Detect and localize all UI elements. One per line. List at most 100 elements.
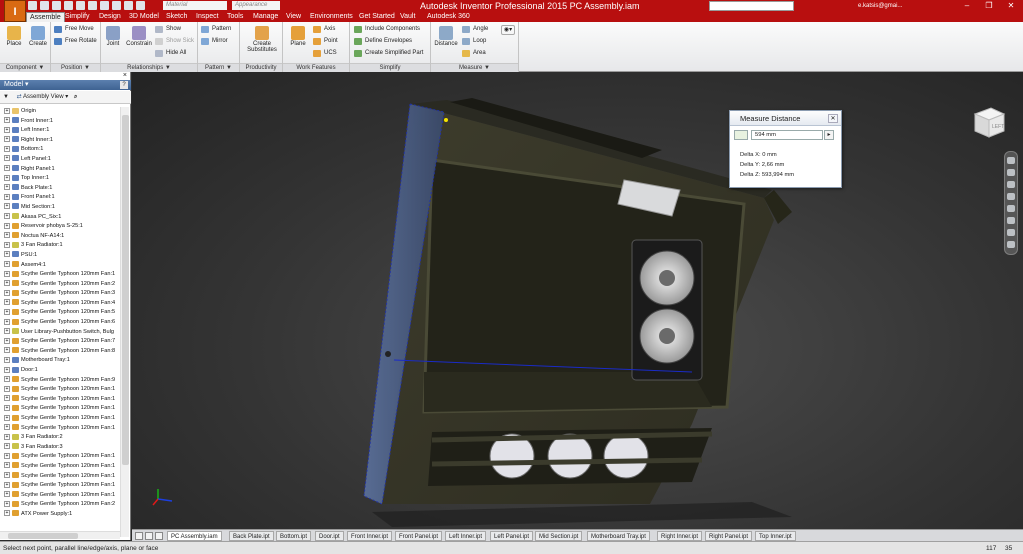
tree-item[interactable]: + Scythe Gentle Typhoon 120mm Fan:1 (0, 481, 120, 491)
expand-icon[interactable]: + (4, 299, 10, 306)
tab-simplify[interactable]: Simplify (62, 12, 93, 22)
tree-item[interactable]: + PSU:1 (0, 251, 120, 261)
document-tab[interactable]: Front Inner.ipt (347, 531, 393, 541)
document-tab[interactable]: Left Inner.ipt (445, 531, 487, 541)
viewcube[interactable]: LEFT (971, 104, 1007, 140)
group-label-measure[interactable]: Measure ▼ (431, 63, 518, 72)
hscroll-thumb[interactable] (8, 533, 78, 539)
tree-item[interactable]: + Motherboard Tray:1 (0, 356, 120, 366)
expand-icon[interactable]: + (4, 337, 10, 344)
expand-icon[interactable]: + (4, 424, 10, 431)
tree-item[interactable]: + Left Panel:1 (0, 155, 120, 165)
show-button[interactable]: Show (155, 25, 181, 34)
tree-item[interactable]: + Scythe Gentle Typhoon 120mm Fan:6 (0, 318, 120, 328)
find-icon[interactable]: ⌕ (74, 94, 77, 100)
expand-icon[interactable]: + (4, 117, 10, 124)
material-combo[interactable]: Material (163, 1, 227, 10)
measure-dialog-title[interactable]: Measure Distance (730, 111, 841, 126)
expand-icon[interactable]: + (4, 414, 10, 421)
joint-button[interactable]: Joint (101, 24, 125, 47)
distance-button[interactable]: Distance (432, 24, 460, 47)
document-tab[interactable]: Right Panel.ipt (705, 531, 753, 541)
home-icon[interactable] (88, 1, 97, 10)
expand-icon[interactable]: + (4, 433, 10, 440)
cascade-view-icon[interactable] (145, 532, 153, 540)
group-label-pattern[interactable]: Pattern ▼ (198, 63, 239, 72)
expand-icon[interactable]: + (4, 472, 10, 479)
tree-item[interactable]: + Top Inner:1 (0, 174, 120, 184)
look-at-icon[interactable] (1007, 205, 1015, 212)
define-envelopes-button[interactable]: Define Envelopes (354, 37, 412, 46)
expand-icon[interactable]: + (4, 165, 10, 172)
ucs-button[interactable]: UCS (313, 49, 337, 58)
expand-icon[interactable]: + (4, 404, 10, 411)
appearance-combo[interactable]: Appearance (232, 1, 280, 10)
browser-header[interactable]: Model ▾ ? (0, 80, 131, 90)
expand-icon[interactable]: + (4, 193, 10, 200)
tab-view[interactable]: View (283, 12, 304, 22)
tab-assemble[interactable]: Assemble (26, 12, 65, 22)
expand-icon[interactable]: + (4, 462, 10, 469)
tree-item[interactable]: + Scythe Gentle Typhoon 120mm Fan:8 (0, 347, 120, 357)
expand-icon[interactable]: + (4, 232, 10, 239)
expand-icon[interactable]: + (4, 261, 10, 268)
expand-icon[interactable]: + (4, 308, 10, 315)
tab-manage[interactable]: Manage (250, 12, 281, 22)
tree-item[interactable]: + Scythe Gentle Typhoon 120mm Fan:1 (0, 385, 120, 395)
group-label-component[interactable]: Component ▼ (0, 63, 50, 72)
expand-icon[interactable]: + (4, 251, 10, 258)
tab-autodesk-360[interactable]: Autodesk 360 (424, 12, 473, 22)
redo-icon[interactable] (76, 1, 85, 10)
zoom-icon[interactable] (1007, 181, 1015, 188)
save-icon[interactable] (52, 1, 61, 10)
tree-item[interactable]: + Scythe Gentle Typhoon 120mm Fan:1 (0, 452, 120, 462)
expand-icon[interactable]: + (4, 491, 10, 498)
tree-item[interactable]: + Scythe Gentle Typhoon 120mm Fan:1 (0, 424, 120, 434)
expand-icon[interactable]: + (4, 222, 10, 229)
tree-item[interactable]: + ATX Power Supply:1 (0, 510, 120, 520)
orbit-icon[interactable] (1007, 193, 1015, 200)
constrain-button[interactable]: Constrain (125, 24, 153, 47)
tree-item[interactable]: + Scythe Gentle Typhoon 120mm Fan:1 (0, 491, 120, 501)
tree-item[interactable]: + Scythe Gentle Typhoon 120mm Fan:2 (0, 280, 120, 290)
zoom-window-icon[interactable] (1007, 217, 1015, 224)
pan-icon[interactable] (1007, 169, 1015, 176)
document-tab[interactable]: Front Panel.ipt (395, 531, 443, 541)
tree-item[interactable]: + Scythe Gentle Typhoon 120mm Fan:1 (0, 414, 120, 424)
tree-item[interactable]: + Scythe Gentle Typhoon 120mm Fan:2 (0, 500, 120, 510)
select-icon[interactable] (124, 1, 133, 10)
tree-item[interactable]: + Assem4:1 (0, 261, 120, 271)
angle-button[interactable]: Angle (462, 25, 488, 34)
expand-icon[interactable]: + (4, 213, 10, 220)
scroll-thumb[interactable] (122, 115, 129, 465)
expand-icon[interactable]: + (4, 126, 10, 133)
document-tab[interactable]: Mid Section.ipt (535, 531, 583, 541)
axis-button[interactable]: Axis (313, 25, 335, 34)
document-tab[interactable]: Left Panel.ipt (490, 531, 534, 541)
inventor-logo[interactable]: I (4, 0, 26, 22)
tree-item[interactable]: + Scythe Gentle Typhoon 120mm Fan:4 (0, 299, 120, 309)
expand-icon[interactable]: + (4, 270, 10, 277)
expand-icon[interactable]: + (4, 280, 10, 287)
expand-icon[interactable]: + (4, 318, 10, 325)
expand-icon[interactable]: + (4, 203, 10, 210)
tree-item[interactable]: + Scythe Gentle Typhoon 120mm Fan:9 (0, 376, 120, 386)
expand-icon[interactable]: + (4, 356, 10, 363)
pc-case-model[interactable] (132, 72, 1023, 529)
tree-item[interactable]: +3 Fan Radiator:1 (0, 241, 120, 251)
close-button[interactable]: ✕ (1000, 0, 1022, 12)
group-label-relationships[interactable]: Relationships ▼ (101, 63, 197, 72)
create-component-button[interactable]: Create (24, 24, 52, 47)
view-dropdown-chevron-icon[interactable]: ▾ (65, 94, 68, 100)
tree-item[interactable]: + Reservoir phobya S-25:1 (0, 222, 120, 232)
measure-selection-icon[interactable] (734, 130, 748, 140)
document-tab[interactable]: Bottom.ipt (276, 531, 312, 541)
document-tab[interactable]: Door.ipt (315, 531, 344, 541)
tree-item[interactable]: + Akasa PC_Six:1 (0, 213, 120, 223)
tree-item[interactable]: + Mid Section:1 (0, 203, 120, 213)
tree-item[interactable]: + Left Inner:1 (0, 126, 120, 136)
measure-expand-button[interactable]: ▸ (824, 130, 834, 140)
tab-vault[interactable]: Vault (397, 12, 418, 22)
tab-design[interactable]: Design (96, 12, 124, 22)
expand-icon[interactable]: + (4, 136, 10, 143)
